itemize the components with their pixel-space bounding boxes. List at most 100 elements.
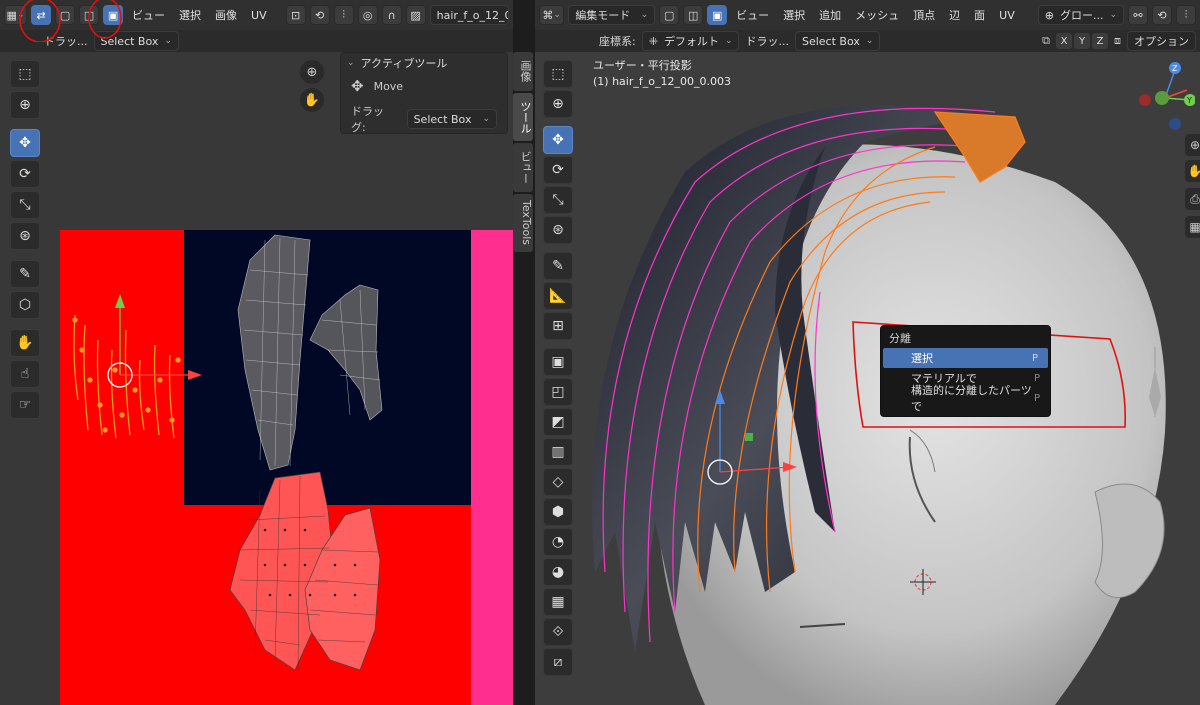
menu-mesh[interactable]: メッシュ <box>850 7 904 23</box>
tab-view[interactable]: ビュー <box>513 143 533 192</box>
knife-tool-icon[interactable]: ◇ <box>543 468 573 496</box>
menu-edge[interactable]: 辺 <box>944 7 965 23</box>
menu-select[interactable]: 選択 <box>174 7 206 23</box>
face-select-icon[interactable]: ▣ <box>707 5 728 25</box>
axis-x-toggle[interactable]: X <box>1056 33 1072 49</box>
annotate-tool-icon[interactable]: ✎ <box>10 260 40 288</box>
sync-selection-button[interactable]: ⇄ <box>31 5 52 25</box>
edge-select-icon[interactable]: ◫ <box>683 5 704 25</box>
tab-tool[interactable]: ツール <box>513 92 533 142</box>
tab-image[interactable]: 画像 <box>513 52 533 91</box>
spin-tool-icon[interactable]: ◔ <box>543 528 573 556</box>
rip-tool-icon[interactable]: ⬡ <box>10 291 40 319</box>
inset-tool-icon[interactable]: ◰ <box>543 378 573 406</box>
menu-vertex[interactable]: 頂点 <box>908 7 940 23</box>
topology-icon[interactable]: ⧈ <box>1114 34 1121 48</box>
snap-icon[interactable]: ⟲ <box>1152 5 1172 25</box>
cursor-tool-icon[interactable]: ⊕ <box>543 90 573 118</box>
shear-tool-icon[interactable]: ⧄ <box>543 648 573 676</box>
snap-target-icon[interactable]: ⫶ <box>333 5 354 25</box>
tab-textools[interactable]: TexTools <box>513 193 533 252</box>
transform-tool-icon[interactable]: ⊛ <box>10 222 40 250</box>
move-tool-icon[interactable]: ✥ <box>543 126 573 154</box>
axis-z-toggle[interactable]: Z <box>1092 33 1108 49</box>
options-dropdown[interactable]: オプション <box>1127 31 1196 51</box>
grid-icon[interactable]: ▦ <box>1185 216 1200 238</box>
zoom-icon[interactable]: ⊕ <box>1185 134 1200 156</box>
menu-select[interactable]: 選択 <box>778 7 810 23</box>
select-box-dropdown[interactable]: Select Box ⌄ <box>93 31 179 51</box>
measure-tool-icon[interactable]: 📐 <box>543 282 573 310</box>
falloff-icon[interactable]: ∩ <box>381 5 402 25</box>
transform-tool-icon[interactable]: ⊛ <box>543 216 573 244</box>
coord-dropdown[interactable]: ⁜ デフォルト ⌄ <box>641 31 740 51</box>
uv-editor[interactable]: ▦ ⌄ ⇄ ▢ ◫ ▣ ビュー 選択 画像 UV ⊡ ⟲ ⫶ ◎ ∩ ▨ hair… <box>0 0 513 705</box>
drag-label: ドラッ... <box>44 35 88 48</box>
move-tool-icon[interactable]: ✥ <box>10 129 40 157</box>
orientation-dropdown[interactable]: ⊕ グロー... ⌄ <box>1037 5 1124 25</box>
proportional-icon[interactable]: ◎ <box>357 5 378 25</box>
smooth-tool-icon[interactable]: ◕ <box>543 558 573 586</box>
face-select-icon[interactable]: ▣ <box>103 5 124 25</box>
mode-dropdown[interactable]: 編集モード ⌄ <box>568 5 656 25</box>
3d-viewport[interactable]: ⌘ ⌄ 編集モード ⌄ ▢ ◫ ▣ ビュー 選択 追加 メッシュ 頂点 辺 面 UV… <box>535 0 1200 705</box>
image-browse-icon[interactable]: ▨ <box>405 5 426 25</box>
menu-uv[interactable]: UV <box>246 9 272 22</box>
annotate-tool-icon[interactable]: ✎ <box>543 252 573 280</box>
extrude-tool-icon[interactable]: ▣ <box>543 348 573 376</box>
rotate-tool-icon[interactable]: ⟳ <box>10 160 40 188</box>
cursor-tool-icon[interactable]: ⊕ <box>10 91 40 119</box>
camera-icon[interactable]: ⎙ <box>1185 188 1200 210</box>
mirror-icon[interactable]: ⧉ <box>1042 34 1050 48</box>
select-box-dropdown[interactable]: Select Box ⌄ <box>794 31 881 51</box>
object-name: (1) hair_f_o_12_00_0.003 <box>593 75 731 88</box>
menu-uv[interactable]: UV <box>994 9 1020 22</box>
separate-menu: 分離 選択 P マテリアルで P 構造的に分離したパーツで P <box>880 325 1051 417</box>
active-tool-panel-header[interactable]: ⌄ アクティブツール <box>341 53 507 73</box>
menu-view[interactable]: ビュー <box>731 7 774 23</box>
scale-tool-icon[interactable]: ⤡ <box>543 186 573 214</box>
edge-select-icon[interactable]: ◫ <box>79 5 100 25</box>
uv-sidebar-tabs: 画像 ツール ビュー TexTools <box>513 52 533 252</box>
editor-type-button[interactable]: ⌘ ⌄ <box>539 5 565 25</box>
separate-selection-item[interactable]: 選択 P <box>883 348 1048 368</box>
move-icon: ✥ <box>351 77 364 95</box>
vertex-select-icon[interactable]: ▢ <box>55 5 76 25</box>
select-tool-icon[interactable]: ⬚ <box>543 60 573 88</box>
menu-image[interactable]: 画像 <box>210 7 242 23</box>
shrink-tool-icon[interactable]: ⟐ <box>543 618 573 646</box>
pan-icon[interactable]: ✋ <box>1185 160 1200 182</box>
npanel-select-box-dropdown[interactable]: Select Box ⌄ <box>406 109 497 129</box>
pivot-icon[interactable]: ⚯ <box>1128 5 1148 25</box>
add-cube-tool-icon[interactable]: ⊞ <box>543 312 573 340</box>
uv-texture[interactable] <box>60 230 513 705</box>
grab-tool-icon[interactable]: ✋ <box>10 329 40 357</box>
vertex-select-icon[interactable]: ▢ <box>659 5 680 25</box>
active-tool-title: アクティブツール <box>360 57 448 70</box>
gizmo-y-label: Y <box>1186 96 1192 105</box>
uv-tool-settings: ドラッ... Select Box ⌄ <box>0 30 513 52</box>
bevel-tool-icon[interactable]: ◩ <box>543 408 573 436</box>
menu-view[interactable]: ビュー <box>127 7 170 23</box>
pivot-icon[interactable]: ⊡ <box>285 5 306 25</box>
separate-by-loose-parts-item[interactable]: 構造的に分離したパーツで P <box>881 384 1050 413</box>
relax-tool-icon[interactable]: ☝ <box>10 360 40 388</box>
rotate-tool-icon[interactable]: ⟳ <box>543 156 573 184</box>
image-name-field[interactable]: hair_f_o_12_00_0. <box>429 5 509 25</box>
snap-icon[interactable]: ⟲ <box>309 5 330 25</box>
select-tool-icon[interactable]: ⬚ <box>10 60 40 88</box>
mirror-axes: X Y Z <box>1056 33 1108 49</box>
editor-type-button[interactable]: ▦ ⌄ <box>4 5 28 25</box>
scale-tool-icon[interactable]: ⤡ <box>10 191 40 219</box>
pinch-tool-icon[interactable]: ☞ <box>10 391 40 419</box>
loopcut-tool-icon[interactable]: ▥ <box>543 438 573 466</box>
menu-face[interactable]: 面 <box>969 7 990 23</box>
pan-icon[interactable]: ✋ <box>300 88 324 112</box>
polybuild-tool-icon[interactable]: ⬢ <box>543 498 573 526</box>
navigation-gizmo[interactable]: Z Y <box>1135 60 1195 130</box>
edge-slide-tool-icon[interactable]: ▦ <box>543 588 573 616</box>
menu-add[interactable]: 追加 <box>814 7 846 23</box>
snap-target-icon[interactable]: ⫶ <box>1176 5 1196 25</box>
zoom-icon[interactable]: ⊕ <box>300 60 324 84</box>
axis-y-toggle[interactable]: Y <box>1074 33 1090 49</box>
